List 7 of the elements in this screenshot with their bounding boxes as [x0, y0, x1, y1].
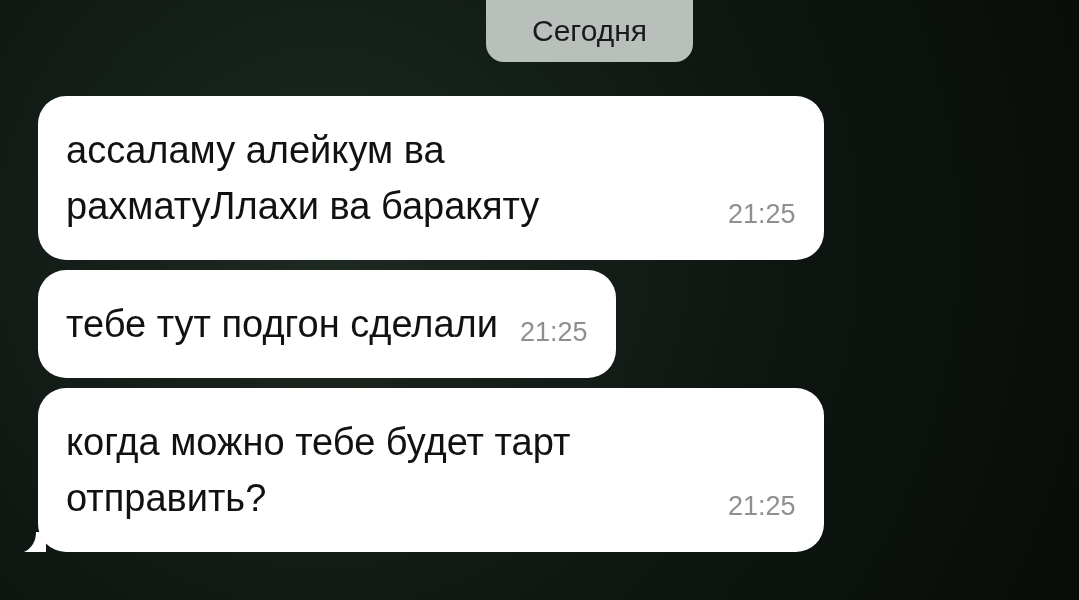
message-time: 21:25 [520, 316, 588, 349]
message-time: 21:25 [728, 490, 796, 523]
message-text: когда можно тебе будет тарт отправить? [66, 420, 572, 521]
message-text: тебе тут подгон сделали [66, 302, 498, 347]
message-text: ассаламу алейкум ва рахматуЛлахи ва баракяту [66, 128, 541, 229]
date-badge: Сегодня [486, 0, 693, 62]
message-time: 21:25 [728, 198, 796, 231]
